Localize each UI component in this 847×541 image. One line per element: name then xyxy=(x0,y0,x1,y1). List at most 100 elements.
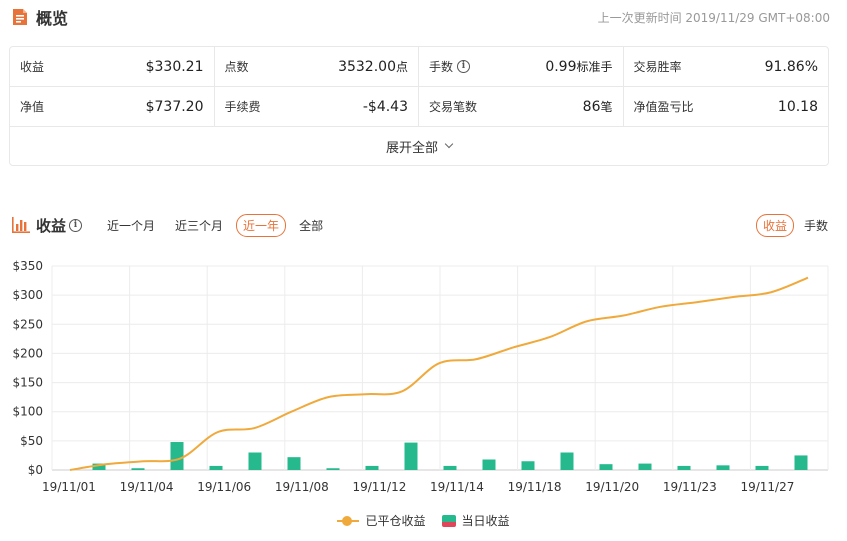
daily-profit-bar xyxy=(521,461,535,470)
daily-profit-bar xyxy=(326,468,340,470)
bar-marker-icon xyxy=(441,514,456,527)
legend-daily-profit-label: 当日收益 xyxy=(461,514,510,528)
daily-profit-bar xyxy=(209,465,223,470)
daily-profit-bar xyxy=(638,463,652,470)
stat-label: 手续费 xyxy=(225,98,261,115)
last-update-time: 上一次更新时间 2019/11/29 GMT+08:00 xyxy=(597,10,830,25)
info-icon[interactable]: i xyxy=(457,60,471,73)
daily-profit-bar xyxy=(599,464,613,470)
metric-tab[interactable]: 手数 xyxy=(797,214,835,237)
daily-profit-bar xyxy=(716,465,730,470)
document-icon xyxy=(13,9,27,25)
stat-unit: 点 xyxy=(395,60,408,74)
x-tick-label: 19/11/01 xyxy=(42,480,96,494)
expand-all-label: 展开全部 xyxy=(385,140,438,156)
x-tick-label: 19/11/06 xyxy=(197,480,251,494)
range-tab[interactable]: 近一年 xyxy=(236,213,287,237)
stat-value: -$4.43 xyxy=(363,99,408,115)
daily-profit-bar xyxy=(404,442,418,470)
stat-label-text: 点数 xyxy=(224,60,249,74)
x-tick-label: 19/11/14 xyxy=(430,480,484,494)
stat-cell: 点数 3532.00点 xyxy=(214,47,419,87)
earnings-toolbar: 收益 i 近一个月 近三个月 近一年 全部 收益 手数 xyxy=(12,212,838,238)
stat-value: 0.99标准手 xyxy=(545,58,612,75)
range-tab[interactable]: 近三个月 xyxy=(168,214,230,237)
daily-profit-bar xyxy=(170,442,184,470)
stat-value-number: 86 xyxy=(582,99,601,115)
line-marker-icon xyxy=(337,515,360,527)
overview-header: 概览 上一次更新时间 2019/11/29 GMT+08:00 xyxy=(12,5,830,29)
stats-grid: 收益 $330.21 点数 3532.00点 手数 i 0.99标准手 交易胜率 91.86% 净… xyxy=(10,47,828,127)
y-tick-label: $200 xyxy=(12,346,43,360)
stat-value: $330.21 xyxy=(146,59,204,75)
y-tick-label: $250 xyxy=(12,317,43,331)
earnings-title: 收益 i xyxy=(36,215,83,236)
y-tick-label: $350 xyxy=(12,259,43,273)
stat-unit: 笔 xyxy=(600,100,613,114)
stat-label-text: 净值盈亏比 xyxy=(633,100,694,114)
x-tick-label: 19/11/18 xyxy=(508,480,562,494)
stat-label-text: 手数 xyxy=(429,60,454,74)
stat-label-text: 净值 xyxy=(20,100,45,114)
stat-label: 净值盈亏比 xyxy=(634,98,694,115)
daily-profit-bar xyxy=(131,468,145,470)
stat-cell: 手数 i 0.99标准手 xyxy=(419,47,624,87)
stat-label: 手数 i xyxy=(429,58,471,75)
stat-value-number: $737.20 xyxy=(145,98,204,115)
chevron-down-icon xyxy=(444,139,454,149)
range-tab[interactable]: 全部 xyxy=(292,214,330,237)
legend-closed-profit-label: 已平仓收益 xyxy=(365,514,426,528)
y-tick-label: $300 xyxy=(12,288,43,302)
stat-label: 交易笔数 xyxy=(429,98,477,115)
daily-profit-bar xyxy=(755,465,769,470)
bar-chart-icon xyxy=(12,217,30,233)
stat-label: 点数 xyxy=(225,58,249,75)
daily-profit-bar xyxy=(560,452,574,470)
metric-tab[interactable]: 收益 xyxy=(755,213,794,237)
stat-cell: 交易笔数 86笔 xyxy=(419,87,624,127)
range-tab[interactable]: 近一个月 xyxy=(100,214,162,237)
y-tick-label: $0 xyxy=(28,463,43,477)
daily-profit-bar xyxy=(482,459,496,470)
stat-cell: 净值 $737.20 xyxy=(10,87,215,127)
stat-label-text: 交易胜率 xyxy=(633,60,682,74)
stat-label: 收益 xyxy=(20,58,44,75)
range-tabs: 近一个月 近三个月 近一年 全部 xyxy=(100,213,336,237)
overview-title: 概览 xyxy=(36,9,69,28)
stat-value-number: 3532.00 xyxy=(338,59,396,75)
earnings-title-text: 收益 xyxy=(36,216,67,235)
earnings-chart: $0 $50 $100 $150 $200 $250 $300 $350 19/11/01 19/… xyxy=(12,259,829,494)
stat-label: 净值 xyxy=(20,98,44,115)
stat-cell: 手续费 -$4.43 xyxy=(214,87,419,127)
x-tick-label: 19/11/20 xyxy=(585,480,639,494)
stat-value: $737.20 xyxy=(146,99,204,115)
stat-value-number: 91.86% xyxy=(764,58,818,75)
info-icon[interactable]: i xyxy=(69,218,83,232)
legend-daily-profit[interactable]: 当日收益 xyxy=(441,512,510,529)
stats-panel: 收益 $330.21 点数 3532.00点 手数 i 0.99标准手 交易胜率 91.86% 净… xyxy=(9,46,829,166)
stat-value-number: $330.21 xyxy=(145,58,204,75)
stat-value: 86笔 xyxy=(583,98,613,115)
stat-cell: 收益 $330.21 xyxy=(10,47,215,87)
legend-closed-profit[interactable]: 已平仓收益 xyxy=(337,512,426,529)
stat-label: 交易胜率 xyxy=(634,58,682,75)
stat-label-text: 手续费 xyxy=(224,100,261,114)
daily-profit-bar xyxy=(248,452,262,470)
x-tick-label: 19/11/23 xyxy=(663,480,717,494)
chart-legend: 已平仓收益 当日收益 xyxy=(0,512,847,529)
x-tick-label: 19/11/08 xyxy=(275,480,329,494)
stat-unit: 标准手 xyxy=(576,60,613,74)
stat-value: 10.18 xyxy=(778,99,818,115)
daily-profit-bar xyxy=(287,457,301,470)
daily-profit-bar xyxy=(794,455,808,470)
metric-toggle: 收益 手数 xyxy=(755,213,838,237)
stat-cell: 交易胜率 91.86% xyxy=(623,47,828,87)
stat-value-number: 0.99 xyxy=(545,59,577,75)
stat-label-text: 交易笔数 xyxy=(429,100,478,114)
stat-value: 91.86% xyxy=(765,59,818,75)
stat-value: 3532.00点 xyxy=(338,58,408,75)
x-tick-label: 19/11/27 xyxy=(740,480,794,494)
stat-value-number: 10.18 xyxy=(777,98,818,115)
y-tick-label: $100 xyxy=(12,405,43,419)
expand-all-button[interactable]: 展开全部 xyxy=(10,127,828,165)
